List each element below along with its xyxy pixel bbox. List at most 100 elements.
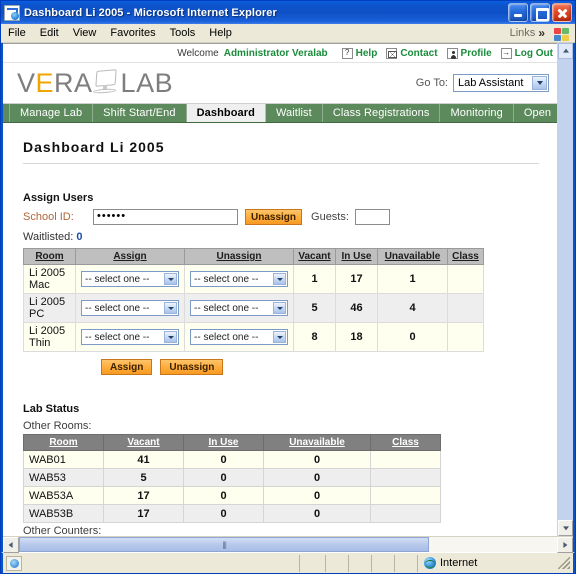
school-id-input[interactable]: •••••• xyxy=(93,209,238,225)
windows-flag-icon[interactable] xyxy=(551,24,572,42)
scroll-right-button[interactable] xyxy=(557,537,573,553)
scroll-up-button[interactable] xyxy=(558,43,573,59)
menu-file[interactable]: File xyxy=(1,26,33,40)
minimize-button[interactable] xyxy=(508,3,528,22)
horizontal-scrollbar[interactable] xyxy=(3,536,573,553)
close-button[interactable] xyxy=(552,3,572,22)
chevron-down-icon xyxy=(532,76,547,90)
assign-button[interactable]: Assign xyxy=(101,359,153,375)
unassign-select-value-1: -- select one -- xyxy=(194,302,259,314)
col-in-use[interactable]: In Use xyxy=(183,434,264,451)
col-unavailable[interactable]: Unavailable xyxy=(263,434,371,451)
col-assign[interactable]: Assign xyxy=(75,248,185,265)
assign-select-value-2: -- select one -- xyxy=(85,331,150,343)
security-zone-pane[interactable]: Internet xyxy=(417,554,557,572)
cell-room: Li 2005 Thin xyxy=(23,322,76,352)
col-class[interactable]: Class xyxy=(447,248,484,265)
tab-class-registrations[interactable]: Class Registrations xyxy=(323,104,441,122)
waitlisted-count: 0 xyxy=(76,231,83,243)
unassign-top-button[interactable]: Unassign xyxy=(245,209,303,225)
web-page: Welcome Administrator Veralab ? Help Con… xyxy=(3,43,557,536)
table-header-row: Room Vacant In Use Unavailable Class xyxy=(23,434,441,451)
col-room[interactable]: Room xyxy=(23,248,76,265)
col-vacant[interactable]: Vacant xyxy=(103,434,184,451)
table-row: Li 2005 Mac -- select one -- -- select o… xyxy=(23,264,484,294)
col-vacant[interactable]: Vacant xyxy=(293,248,336,265)
maximize-button[interactable] xyxy=(530,3,550,22)
school-id-label: School ID: xyxy=(23,211,74,223)
tab-shift-start-end[interactable]: Shift Start/End xyxy=(93,104,187,122)
menu-help[interactable]: Help xyxy=(202,26,239,40)
chevron-down-icon xyxy=(164,302,177,314)
table-row: Li 2005 PC -- select one -- -- select on… xyxy=(23,293,484,323)
assign-action-buttons: Assign Unassign xyxy=(101,359,539,375)
tab-waitlist[interactable]: Waitlist xyxy=(266,104,323,122)
menu-bar-right: Links » xyxy=(510,24,575,42)
menu-favorites[interactable]: Favorites xyxy=(103,26,162,40)
veralab-logo[interactable]: V E RA LAB xyxy=(17,68,173,99)
col-class[interactable]: Class xyxy=(370,434,441,451)
cell-assign-select: -- select one -- xyxy=(75,264,185,294)
col-in-use[interactable]: In Use xyxy=(335,248,378,265)
cell-assign-select: -- select one -- xyxy=(75,322,185,352)
menu-tools[interactable]: Tools xyxy=(163,26,203,40)
chevron-down-icon xyxy=(273,302,286,314)
table-row: WAB53 5 0 0 xyxy=(23,468,441,487)
cell-vacant: 5 xyxy=(293,293,336,323)
links-label[interactable]: Links xyxy=(510,27,539,39)
col-unassign[interactable]: Unassign xyxy=(184,248,294,265)
vertical-scrollbar[interactable] xyxy=(557,43,573,536)
col-unavailable[interactable]: Unavailable xyxy=(377,248,448,265)
cell-unassign-select: -- select one -- xyxy=(184,264,294,294)
cell-class xyxy=(370,468,441,487)
tab-monitoring[interactable]: Monitoring xyxy=(440,104,514,122)
unassign-select-row-2[interactable]: -- select one -- xyxy=(190,329,288,345)
help-icon: ? xyxy=(341,47,353,59)
chevron-down-icon xyxy=(273,331,286,343)
guests-input[interactable] xyxy=(354,209,390,225)
logo-text-v: V xyxy=(17,67,36,98)
assign-select-row-0[interactable]: -- select one -- xyxy=(81,271,179,287)
cell-class xyxy=(447,264,484,294)
cell-unavailable: 1 xyxy=(377,264,448,294)
logout-link[interactable]: → Log Out xyxy=(500,47,553,59)
tab-open[interactable]: Open xyxy=(514,104,557,122)
cell-in-use: 0 xyxy=(183,468,264,487)
cell-assign-select: -- select one -- xyxy=(75,293,185,323)
scroll-left-button[interactable] xyxy=(3,537,19,553)
unassign-select-row-1[interactable]: -- select one -- xyxy=(190,300,288,316)
goto-selected-value: Lab Assistant xyxy=(458,77,524,89)
main-navigation: Manage Lab Shift Start/End Dashboard Wai… xyxy=(3,104,557,123)
cell-in-use: 46 xyxy=(335,293,378,323)
browser-window: Dashboard Li 2005 - Microsoft Internet E… xyxy=(0,0,576,574)
cell-vacant: 41 xyxy=(103,450,184,469)
assign-users-table: Room Assign Unassign Vacant In Use Unava… xyxy=(23,248,484,352)
vertical-scroll-track[interactable] xyxy=(558,59,573,520)
chevron-double-right-icon[interactable]: » xyxy=(538,26,551,40)
browser-content-area: Welcome Administrator Veralab ? Help Con… xyxy=(1,43,575,553)
assign-select-row-2[interactable]: -- select one -- xyxy=(81,329,179,345)
tab-dashboard[interactable]: Dashboard xyxy=(186,104,266,122)
table-row: WAB53B 17 0 0 xyxy=(23,504,441,523)
unassign-button[interactable]: Unassign xyxy=(160,359,224,375)
col-room[interactable]: Room xyxy=(23,434,104,451)
chevron-down-icon xyxy=(273,273,286,285)
scroll-down-button[interactable] xyxy=(558,520,573,536)
help-link[interactable]: ? Help xyxy=(341,47,377,59)
goto-select[interactable]: Lab Assistant xyxy=(453,74,549,92)
waitlisted-status: Waitlisted: 0 xyxy=(23,231,539,243)
tab-manage-lab[interactable]: Manage Lab xyxy=(9,104,94,122)
contact-link[interactable]: Contact xyxy=(386,47,438,59)
cell-room: WAB53A xyxy=(23,486,104,505)
unassign-select-value-0: -- select one -- xyxy=(194,273,259,285)
resize-grip[interactable] xyxy=(557,556,571,570)
assign-select-row-1[interactable]: -- select one -- xyxy=(81,300,179,316)
profile-link[interactable]: Profile xyxy=(446,47,492,59)
cell-vacant: 5 xyxy=(103,468,184,487)
menu-view[interactable]: View xyxy=(66,26,104,40)
menu-edit[interactable]: Edit xyxy=(33,26,66,40)
cell-class xyxy=(447,322,484,352)
horizontal-scroll-thumb[interactable] xyxy=(19,537,430,552)
horizontal-scroll-track[interactable] xyxy=(429,537,557,552)
unassign-select-row-0[interactable]: -- select one -- xyxy=(190,271,288,287)
